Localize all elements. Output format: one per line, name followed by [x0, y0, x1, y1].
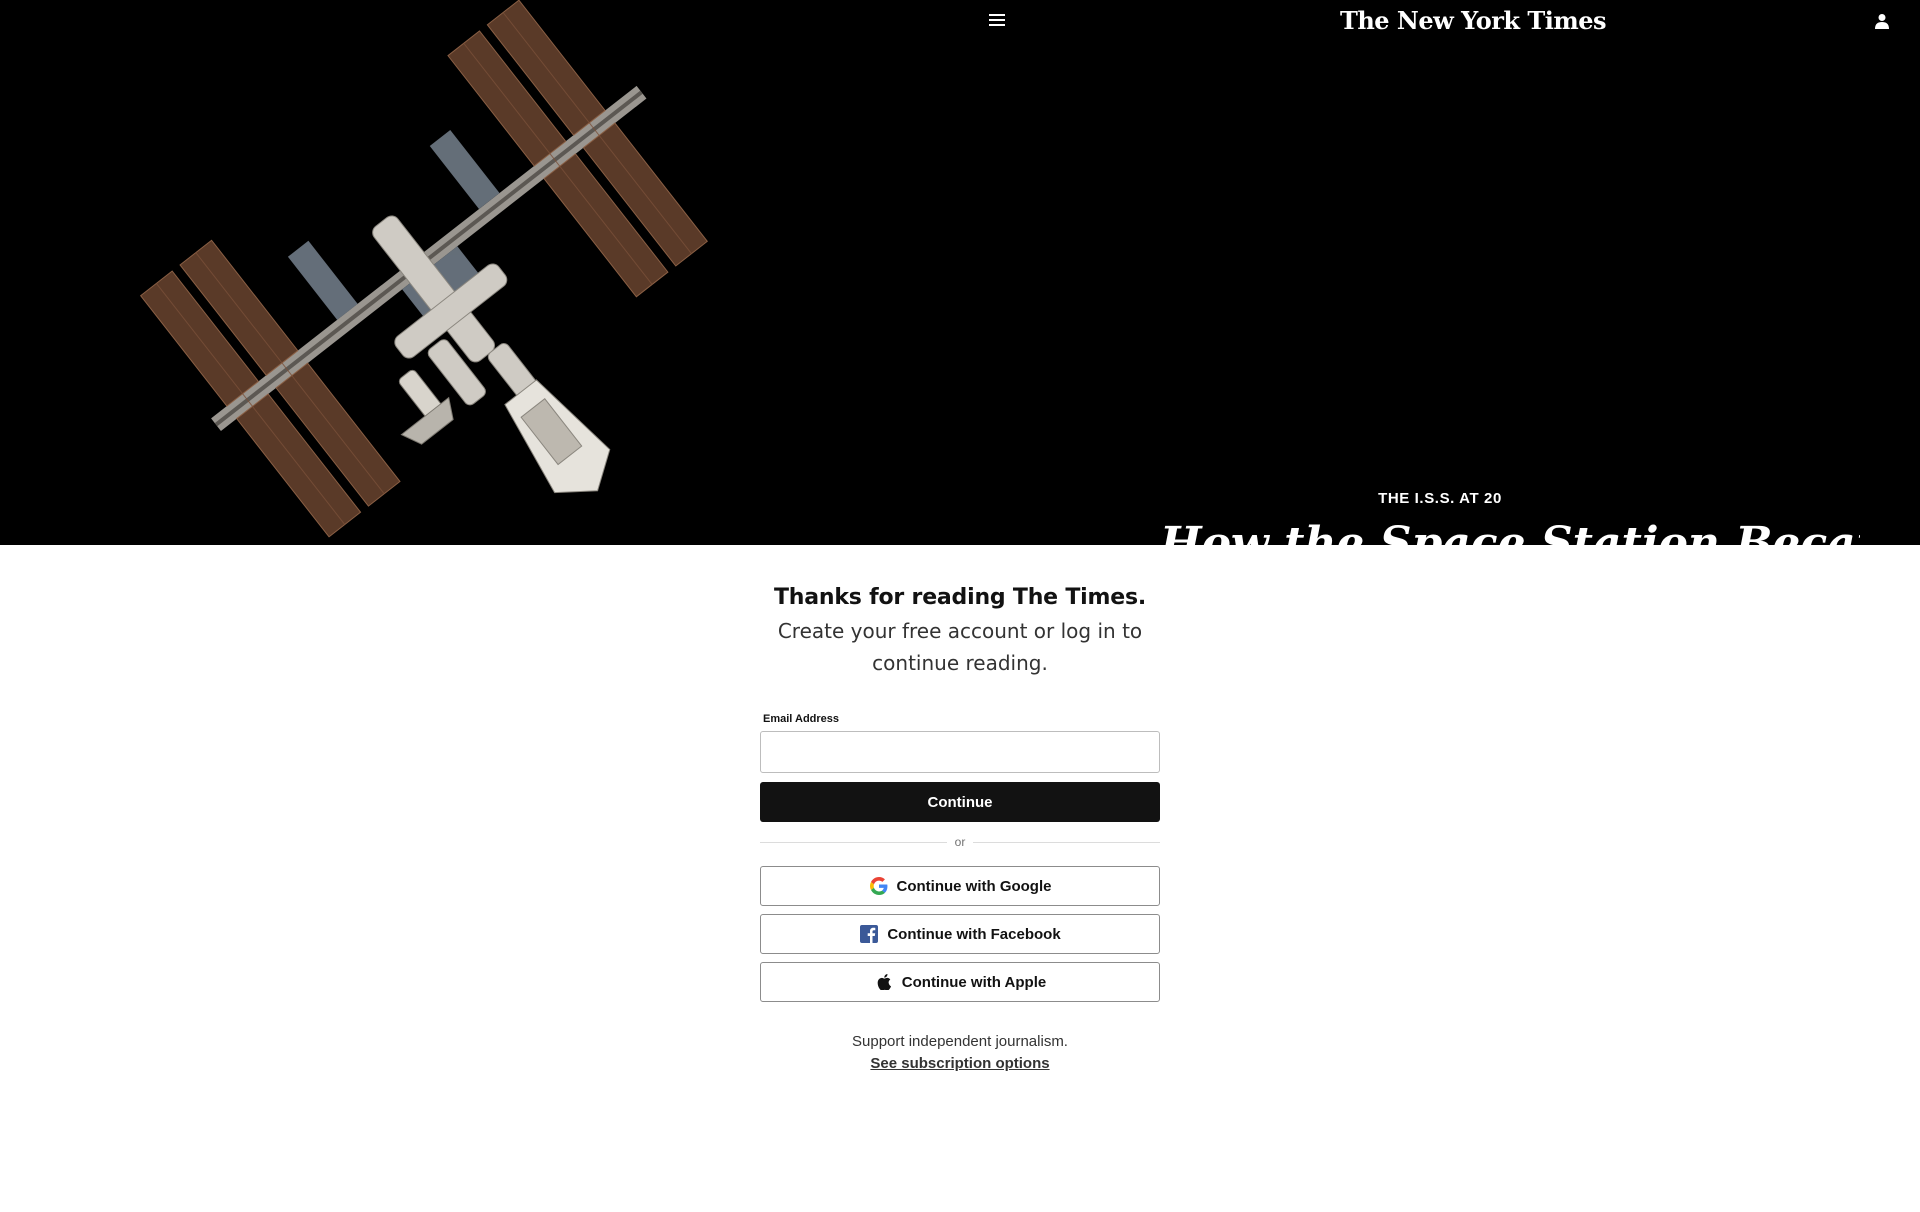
article-headline[interactable]: How the Space Station Became a	[1160, 514, 1860, 545]
email-label: Email Address	[763, 713, 840, 725]
nyt-logo[interactable]: The New York Times	[1340, 4, 1607, 38]
apple-icon	[874, 972, 894, 992]
or-label: or	[954, 835, 966, 849]
menu-button[interactable]	[985, 8, 1009, 32]
registration-wall: Thanks for reading The Times. Create you…	[0, 545, 1920, 1212]
continue-with-facebook-button[interactable]: Continue with Facebook	[760, 914, 1160, 954]
article-kicker: THE I.S.S. AT 20	[1378, 490, 1502, 507]
divider-line-right	[973, 841, 1161, 843]
continue-button[interactable]: Continue	[760, 782, 1160, 822]
support-journalism-text: Support independent journalism.	[852, 1033, 1068, 1050]
regwall-subtitle-line-2: continue reading.	[872, 651, 1048, 675]
user-account-icon	[1875, 14, 1889, 29]
continue-with-google-button[interactable]: Continue with Google	[760, 866, 1160, 906]
google-icon	[869, 876, 889, 896]
regwall-subtitle-line-1: Create your free account or log in to	[777, 619, 1143, 643]
google-button-label: Continue with Google	[896, 877, 1052, 895]
account-button[interactable]	[1869, 8, 1895, 34]
hamburger-menu-icon	[989, 14, 1005, 26]
facebook-button-label: Continue with Facebook	[887, 925, 1061, 943]
email-field[interactable]	[760, 731, 1160, 773]
regwall-title: Thanks for reading The Times.	[773, 585, 1147, 610]
continue-with-apple-button[interactable]: Continue with Apple	[760, 962, 1160, 1002]
or-divider: or	[760, 834, 1161, 850]
see-subscription-options-link[interactable]: See subscription options	[760, 1055, 1160, 1072]
hero-section: The New York Times THE I.S.S. AT 20 How …	[0, 0, 1920, 545]
apple-button-label: Continue with Apple	[901, 973, 1047, 991]
space-station-image	[139, 0, 708, 538]
divider-line-left	[760, 841, 947, 843]
regwall-subtitle: Create your free account or log in to co…	[760, 615, 1160, 679]
facebook-icon	[859, 924, 879, 944]
